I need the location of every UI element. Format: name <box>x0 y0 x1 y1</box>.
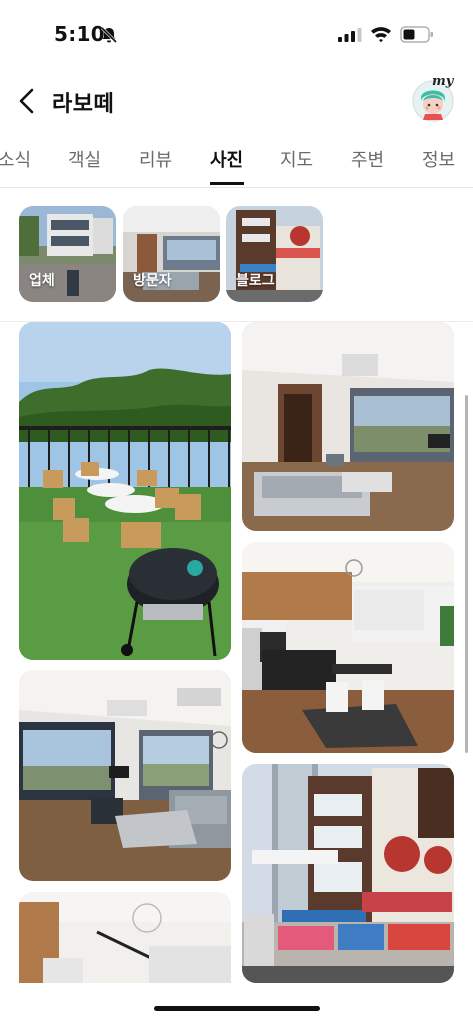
chevron-left-icon[interactable] <box>16 86 38 116</box>
home-indicator[interactable] <box>154 1006 320 1011</box>
active-tab-indicator <box>210 182 244 185</box>
building-image <box>242 764 454 983</box>
lounge-image <box>19 670 231 881</box>
category-blog[interactable]: 블로그 <box>226 206 323 302</box>
tab-info[interactable]: 정보 <box>422 146 455 172</box>
avatar[interactable]: my <box>412 74 454 122</box>
kitchen-image <box>242 542 454 753</box>
category-business[interactable]: 업체 <box>19 206 116 302</box>
category-visitor[interactable]: 방문자 <box>123 206 220 302</box>
living-room-image <box>242 322 454 531</box>
page-title: 라보떼 <box>52 92 115 117</box>
wifi-icon <box>371 27 391 43</box>
tab-photos[interactable]: 사진 <box>210 146 243 172</box>
category-label: 블로그 <box>236 273 275 289</box>
tab-bar: 소식 객실 리뷰 사진 지도 주변 정보 <box>0 138 473 188</box>
tab-reviews[interactable]: 리뷰 <box>139 146 172 172</box>
photo-kitchen[interactable] <box>242 542 454 753</box>
terrace-image <box>19 322 231 660</box>
category-label: 업체 <box>29 273 55 289</box>
interior-image <box>19 892 231 983</box>
photo-living-room[interactable] <box>242 322 454 531</box>
tab-rooms[interactable]: 객실 <box>68 146 101 172</box>
tab-nearby[interactable]: 주변 <box>351 146 384 172</box>
header-bar: 라보떼 my <box>0 74 473 128</box>
bell-slash-icon <box>100 26 118 44</box>
signal-icon <box>338 28 362 42</box>
scrollbar[interactable] <box>465 395 468 753</box>
photo-lounge[interactable] <box>19 670 231 881</box>
tab-map[interactable]: 지도 <box>280 146 313 172</box>
photo-terrace[interactable] <box>19 322 231 660</box>
status-bar: 5:10 <box>0 0 473 70</box>
photo-interior[interactable] <box>19 892 231 983</box>
photo-building[interactable] <box>242 764 454 983</box>
battery-icon <box>400 26 433 43</box>
my-badge: my <box>432 74 454 89</box>
status-time: 5:10 <box>54 22 105 46</box>
tab-news[interactable]: 소식 <box>0 146 31 172</box>
category-label: 방문자 <box>133 273 172 289</box>
